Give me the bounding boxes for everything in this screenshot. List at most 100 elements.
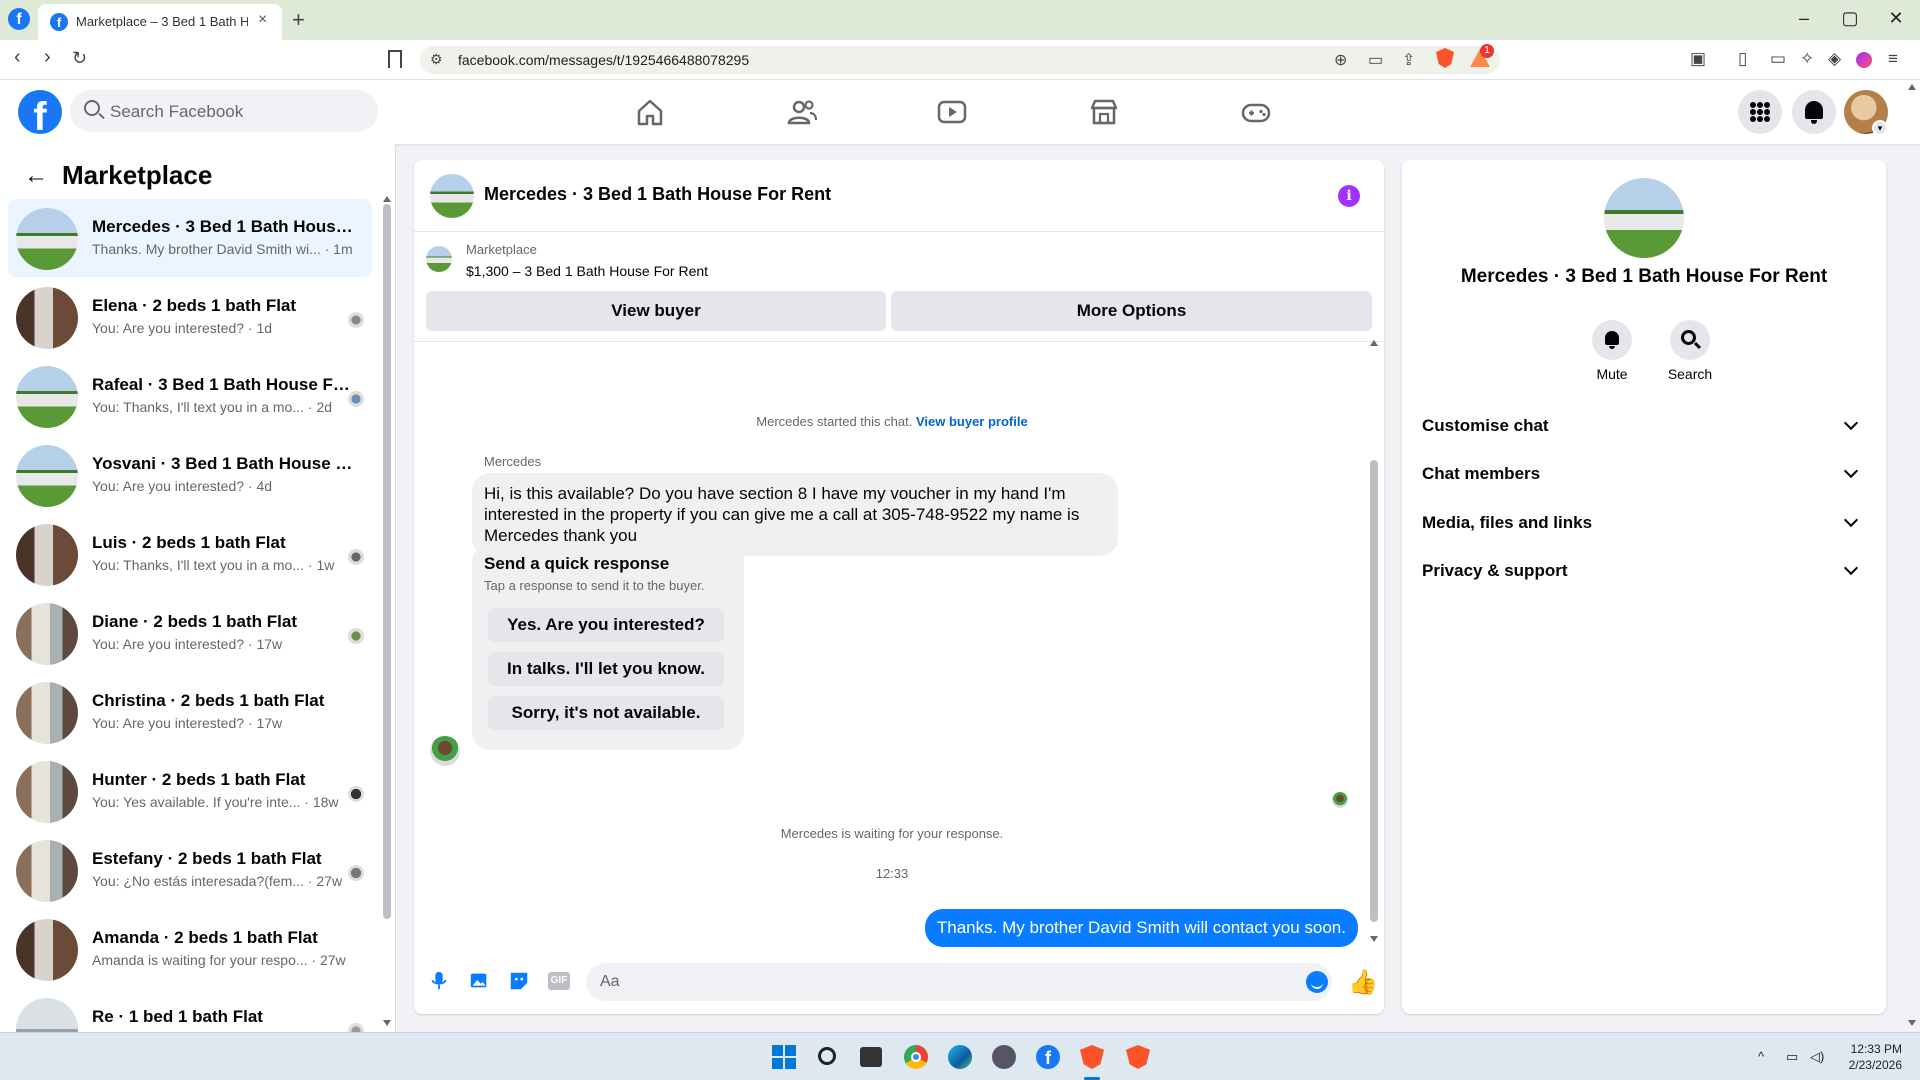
chat-avatar[interactable] [430, 174, 474, 218]
view-buyer-button[interactable]: View buyer [426, 291, 886, 331]
conversation-item[interactable]: Luis · 2 beds 1 bath Flat You: Thanks, I'… [8, 515, 372, 593]
app-icon[interactable] [992, 1045, 1016, 1069]
quick-response-unavailable-button[interactable]: Sorry, it's not available. [488, 696, 724, 730]
zoom-icon[interactable]: ⊕ [1334, 50, 1347, 70]
search-in-chat-button[interactable]: Search [1660, 320, 1720, 382]
like-icon[interactable]: 👍 [1348, 968, 1378, 997]
search-icon[interactable] [818, 1047, 836, 1065]
conversation-preview: You: ¿No estás interesada?(fem... · 27w [92, 873, 343, 889]
sticker-icon[interactable] [508, 970, 530, 992]
sidebar-scrollbar[interactable] [383, 204, 391, 919]
tab-close-button[interactable]: × [258, 11, 267, 29]
info-avatar[interactable] [1604, 178, 1684, 258]
share-icon[interactable]: ⇪ [1402, 50, 1415, 70]
facebook-icon[interactable]: f [1036, 1045, 1060, 1069]
page-scroll-down-arrow[interactable] [1908, 1020, 1916, 1026]
back-arrow-icon[interactable]: ← [24, 162, 48, 190]
cast-icon[interactable]: ▭ [1368, 50, 1383, 70]
browser-tab[interactable]: f Marketplace – 3 Bed 1 Bath House Fo × [38, 4, 282, 40]
emoji-icon[interactable] [1306, 971, 1328, 993]
conversation-item[interactable]: Christina · 2 beds 1 bath Flat You: Are y… [8, 673, 372, 751]
vpn-icon[interactable]: ◈ [1828, 49, 1841, 69]
facebook-logo-icon[interactable]: f [18, 90, 62, 134]
mute-button[interactable]: Mute [1582, 320, 1642, 382]
start-icon[interactable] [772, 1045, 796, 1069]
microphone-icon[interactable] [428, 970, 450, 992]
chat-members-row[interactable]: Chat members [1418, 454, 1870, 494]
wallet-icon[interactable]: ▭ [1770, 49, 1786, 69]
site-info-icon[interactable]: ⚙ [430, 51, 443, 68]
search-placeholder[interactable]: Search Facebook [110, 102, 243, 122]
conversation-item[interactable]: Yosvani · 3 Bed 1 Bath House For Rent You… [8, 436, 372, 514]
listing-price[interactable]: $1,300 – 3 Bed 1 Bath House For Rent [466, 263, 708, 279]
menu-icon[interactable]: ≡ [1888, 49, 1898, 69]
volume-icon[interactable]: ◁) [1810, 1049, 1824, 1065]
chat-scrollbar[interactable] [1370, 460, 1378, 922]
leo-icon[interactable]: ✧ [1800, 49, 1814, 69]
chat-scroll-up-arrow[interactable] [1370, 340, 1378, 346]
network-icon[interactable]: ▭ [1786, 1049, 1798, 1065]
more-options-button[interactable]: More Options [891, 291, 1372, 331]
sender-avatar[interactable] [430, 736, 460, 766]
media-files-links-row[interactable]: Media, files and links [1418, 503, 1870, 543]
reload-icon[interactable]: ↻ [72, 48, 87, 69]
conversation-item[interactable]: Mercedes · 3 Bed 1 Bath House For Rent Th… [8, 199, 372, 277]
close-window-button[interactable]: ✕ [1884, 8, 1908, 29]
friends-icon[interactable] [786, 96, 818, 128]
scroll-down-arrow[interactable] [383, 1020, 391, 1026]
edge-icon[interactable] [948, 1045, 972, 1069]
tray-chevron-icon[interactable]: ^ [1758, 1049, 1764, 1064]
profile-icon[interactable] [1856, 52, 1872, 68]
info-icon[interactable]: i [1338, 185, 1360, 207]
privacy-support-row[interactable]: Privacy & support [1418, 551, 1870, 591]
maximize-button[interactable]: ▢ [1838, 8, 1862, 29]
menu-button[interactable] [1738, 90, 1782, 134]
tab-search-icon[interactable]: ▣ [1690, 49, 1706, 69]
listing-thumbnail[interactable] [426, 246, 452, 272]
back-icon[interactable]: ‹ [14, 46, 21, 69]
quick-response-talks-button[interactable]: In talks. I'll let you know. [488, 652, 724, 686]
marketplace-icon[interactable] [1088, 96, 1120, 128]
address-bar[interactable]: ⚙ facebook.com/messages/t/19254664880782… [420, 46, 1500, 74]
minimize-button[interactable]: – [1792, 8, 1816, 29]
home-icon[interactable] [634, 96, 666, 128]
file-explorer-icon[interactable] [860, 1047, 882, 1067]
conversation-item[interactable]: Diane · 2 beds 1 bath Flat You: Are you i… [8, 594, 372, 672]
gaming-icon[interactable] [1240, 96, 1272, 128]
read-receipt-avatar [348, 549, 364, 565]
conversation-item[interactable]: Estefany · 2 beds 1 bath Flat You: ¿No es… [8, 831, 372, 909]
conversation-item[interactable]: Elena · 2 beds 1 bath Flat You: Are you i… [8, 278, 372, 356]
new-tab-button[interactable]: + [292, 7, 305, 33]
conversation-avatar [16, 524, 78, 586]
chat-title[interactable]: Mercedes · 3 Bed 1 Bath House For Rent [484, 184, 831, 205]
conversation-item[interactable]: Re · 1 bed 1 bath Flat [8, 989, 372, 1032]
bookmark-icon[interactable] [388, 50, 402, 68]
gif-icon[interactable]: GIF [548, 972, 570, 990]
facebook-app-icon[interactable]: f [8, 8, 30, 30]
customise-chat-row[interactable]: Customise chat [1418, 406, 1870, 446]
quick-response-yes-button[interactable]: Yes. Are you interested? [488, 608, 724, 642]
conversation-item[interactable]: Amanda · 2 beds 1 bath Flat Amanda is wai… [8, 910, 372, 988]
notifications-button[interactable] [1792, 90, 1836, 134]
scroll-up-arrow[interactable] [383, 196, 391, 202]
chrome-icon[interactable] [904, 1045, 928, 1069]
search-circle[interactable] [1670, 320, 1710, 360]
conversation-item[interactable]: Rafeal · 3 Bed 1 Bath House For Rent You:… [8, 357, 372, 435]
view-buyer-profile-link[interactable]: View buyer profile [916, 414, 1028, 429]
photo-icon[interactable] [468, 970, 490, 992]
clock[interactable]: 12:33 PM 2/23/2026 [1832, 1041, 1902, 1073]
sidebar-icon[interactable]: ▯ [1738, 49, 1747, 69]
bell-icon [1805, 101, 1823, 124]
search-box[interactable]: Search Facebook [70, 90, 378, 132]
forward-icon[interactable]: › [44, 46, 51, 69]
chevron-down-icon[interactable]: ▾ [1872, 120, 1888, 136]
chat-scroll-down-arrow[interactable] [1370, 936, 1378, 942]
conversation-item[interactable]: Hunter · 2 beds 1 bath Flat You: Yes avai… [8, 752, 372, 830]
url-text[interactable]: facebook.com/messages/t/1925466488078295 [458, 52, 749, 68]
page-scroll-up-arrow[interactable] [1908, 84, 1916, 90]
mute-circle[interactable] [1592, 320, 1632, 360]
brave-icon[interactable] [1080, 1045, 1104, 1069]
message-input[interactable] [586, 963, 1332, 1001]
watch-icon[interactable] [936, 96, 968, 128]
brave-icon[interactable] [1126, 1045, 1150, 1069]
